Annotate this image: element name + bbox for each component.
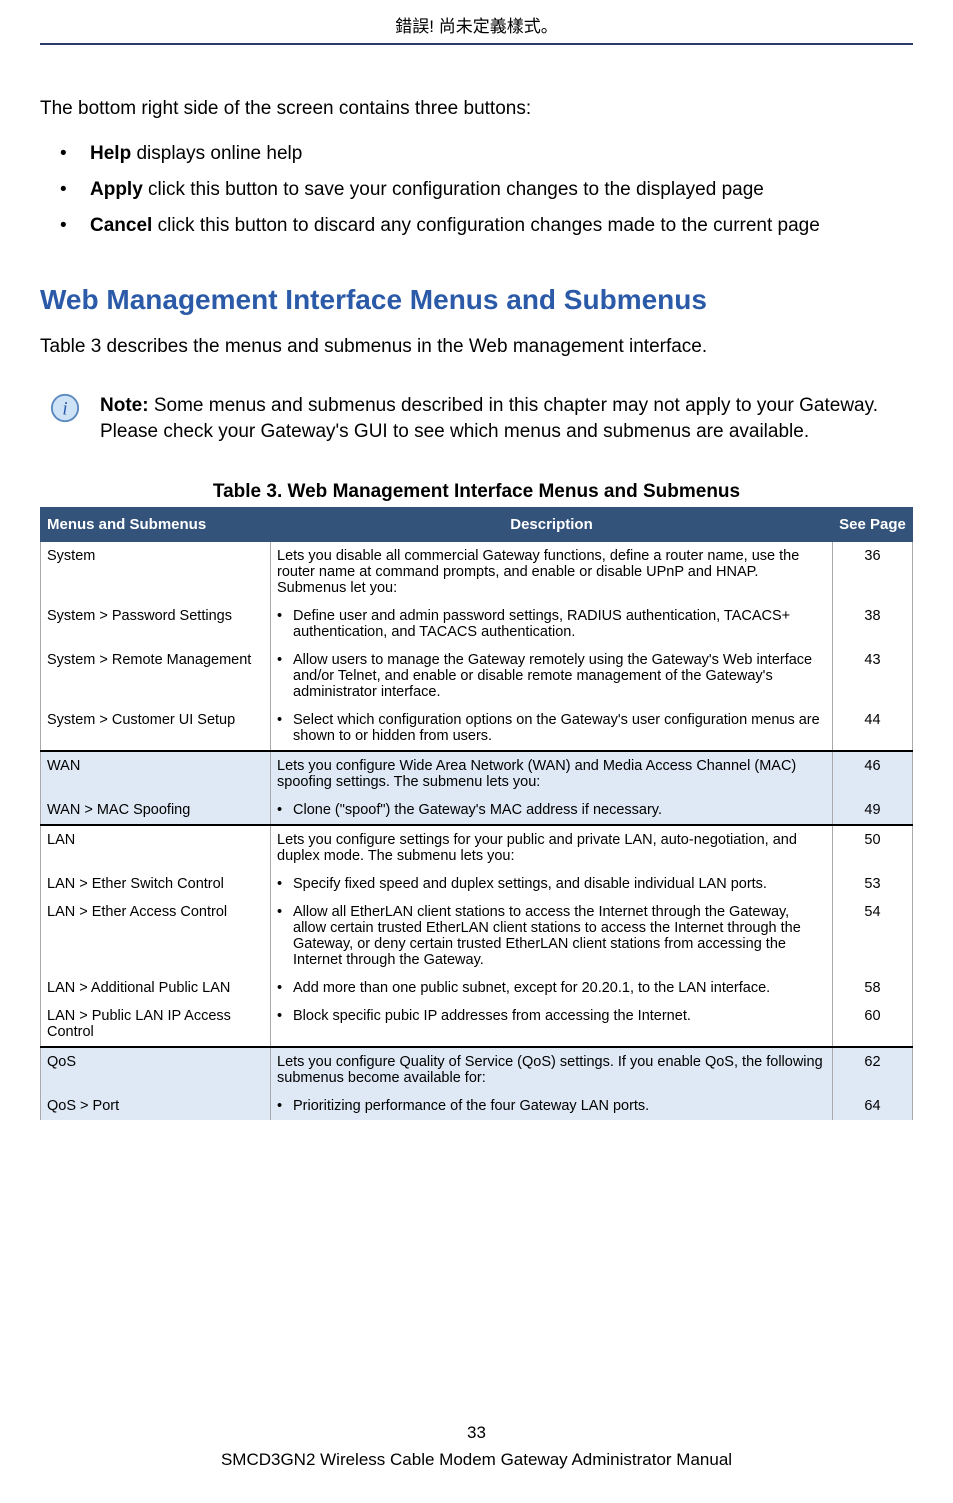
menu-cell: System > Customer UI Setup bbox=[41, 706, 271, 751]
page-cell: 36 bbox=[833, 541, 913, 602]
menu-cell: LAN > Ether Access Control bbox=[41, 898, 271, 974]
table-row: QoS > PortPrioritizing performance of th… bbox=[41, 1092, 913, 1120]
page-cell: 64 bbox=[833, 1092, 913, 1120]
header-divider bbox=[40, 43, 913, 45]
page-footer: 33 SMCD3GN2 Wireless Cable Modem Gateway… bbox=[0, 1419, 953, 1473]
col-header-page: See Page bbox=[833, 507, 913, 541]
desc-cell: Add more than one public subnet, except … bbox=[271, 974, 833, 1002]
table-caption: Table 3. Web Management Interface Menus … bbox=[40, 481, 913, 503]
menu-cell: LAN > Ether Switch Control bbox=[41, 870, 271, 898]
menu-cell: System > Password Settings bbox=[41, 602, 271, 646]
table-row: WAN > MAC SpoofingClone ("spoof") the Ga… bbox=[41, 796, 913, 825]
desc-cell: Lets you disable all commercial Gateway … bbox=[271, 541, 833, 602]
menus-table: Menus and Submenus Description See Page … bbox=[40, 507, 913, 1120]
page-cell: 53 bbox=[833, 870, 913, 898]
page-number: 33 bbox=[0, 1419, 953, 1446]
col-header-menus: Menus and Submenus bbox=[41, 507, 271, 541]
desc-cell: Block specific pubic IP addresses from a… bbox=[271, 1002, 833, 1047]
intro-item-cancel: Cancel click this button to discard any … bbox=[60, 208, 913, 244]
menu-cell: QoS bbox=[41, 1047, 271, 1092]
desc-cell: Allow users to manage the Gateway remote… bbox=[271, 646, 833, 706]
doc-title: SMCD3GN2 Wireless Cable Modem Gateway Ad… bbox=[0, 1446, 953, 1473]
page-cell: 54 bbox=[833, 898, 913, 974]
page-cell: 43 bbox=[833, 646, 913, 706]
section-intro: Table 3 describes the menus and submenus… bbox=[40, 336, 913, 358]
page-cell: 58 bbox=[833, 974, 913, 1002]
table-row: LANLets you configure settings for your … bbox=[41, 825, 913, 870]
table-row: WANLets you configure Wide Area Network … bbox=[41, 751, 913, 796]
desc-cell: Specify fixed speed and duplex settings,… bbox=[271, 870, 833, 898]
note-box: i Note: Some menus and submenus describe… bbox=[40, 393, 913, 446]
intro-button-list: Help displays online help Apply click th… bbox=[60, 136, 913, 244]
menu-cell: LAN > Additional Public LAN bbox=[41, 974, 271, 1002]
desc-cell: Lets you configure settings for your pub… bbox=[271, 825, 833, 870]
page-cell: 60 bbox=[833, 1002, 913, 1047]
col-header-description: Description bbox=[271, 507, 833, 541]
table-row: LAN > Ether Access ControlAllow all Ethe… bbox=[41, 898, 913, 974]
intro-item-help: Help displays online help bbox=[60, 136, 913, 172]
header-error-text: 錯誤! 尚未定義樣式。 bbox=[40, 0, 913, 43]
table-row: LAN > Additional Public LANAdd more than… bbox=[41, 974, 913, 1002]
table-row: LAN > Public LAN IP Access ControlBlock … bbox=[41, 1002, 913, 1047]
desc-cell: Lets you configure Quality of Service (Q… bbox=[271, 1047, 833, 1092]
desc-cell: Allow all EtherLAN client stations to ac… bbox=[271, 898, 833, 974]
info-icon: i bbox=[50, 393, 80, 428]
note-text: Note: Some menus and submenus described … bbox=[100, 393, 903, 446]
table-row: SystemLets you disable all commercial Ga… bbox=[41, 541, 913, 602]
desc-cell: Clone ("spoof") the Gateway's MAC addres… bbox=[271, 796, 833, 825]
menu-cell: QoS > Port bbox=[41, 1092, 271, 1120]
page-cell: 46 bbox=[833, 751, 913, 796]
menu-cell: LAN > Public LAN IP Access Control bbox=[41, 1002, 271, 1047]
desc-cell: Select which configuration options on th… bbox=[271, 706, 833, 751]
table-row: System > Customer UI SetupSelect which c… bbox=[41, 706, 913, 751]
section-heading: Web Management Interface Menus and Subme… bbox=[40, 284, 913, 316]
svg-text:i: i bbox=[62, 398, 67, 419]
page-cell: 62 bbox=[833, 1047, 913, 1092]
menu-cell: System > Remote Management bbox=[41, 646, 271, 706]
desc-cell: Define user and admin password settings,… bbox=[271, 602, 833, 646]
menu-cell: WAN bbox=[41, 751, 271, 796]
table-row: System > Remote ManagementAllow users to… bbox=[41, 646, 913, 706]
menu-cell: WAN > MAC Spoofing bbox=[41, 796, 271, 825]
menu-cell: System bbox=[41, 541, 271, 602]
page-cell: 38 bbox=[833, 602, 913, 646]
desc-cell: Prioritizing performance of the four Gat… bbox=[271, 1092, 833, 1120]
table-row: System > Password SettingsDefine user an… bbox=[41, 602, 913, 646]
table-row: LAN > Ether Switch ControlSpecify fixed … bbox=[41, 870, 913, 898]
page-cell: 50 bbox=[833, 825, 913, 870]
desc-cell: Lets you configure Wide Area Network (WA… bbox=[271, 751, 833, 796]
menu-cell: LAN bbox=[41, 825, 271, 870]
intro-line: The bottom right side of the screen cont… bbox=[40, 95, 913, 124]
table-row: QoSLets you configure Quality of Service… bbox=[41, 1047, 913, 1092]
page-cell: 49 bbox=[833, 796, 913, 825]
intro-item-apply: Apply click this button to save your con… bbox=[60, 172, 913, 208]
page-cell: 44 bbox=[833, 706, 913, 751]
